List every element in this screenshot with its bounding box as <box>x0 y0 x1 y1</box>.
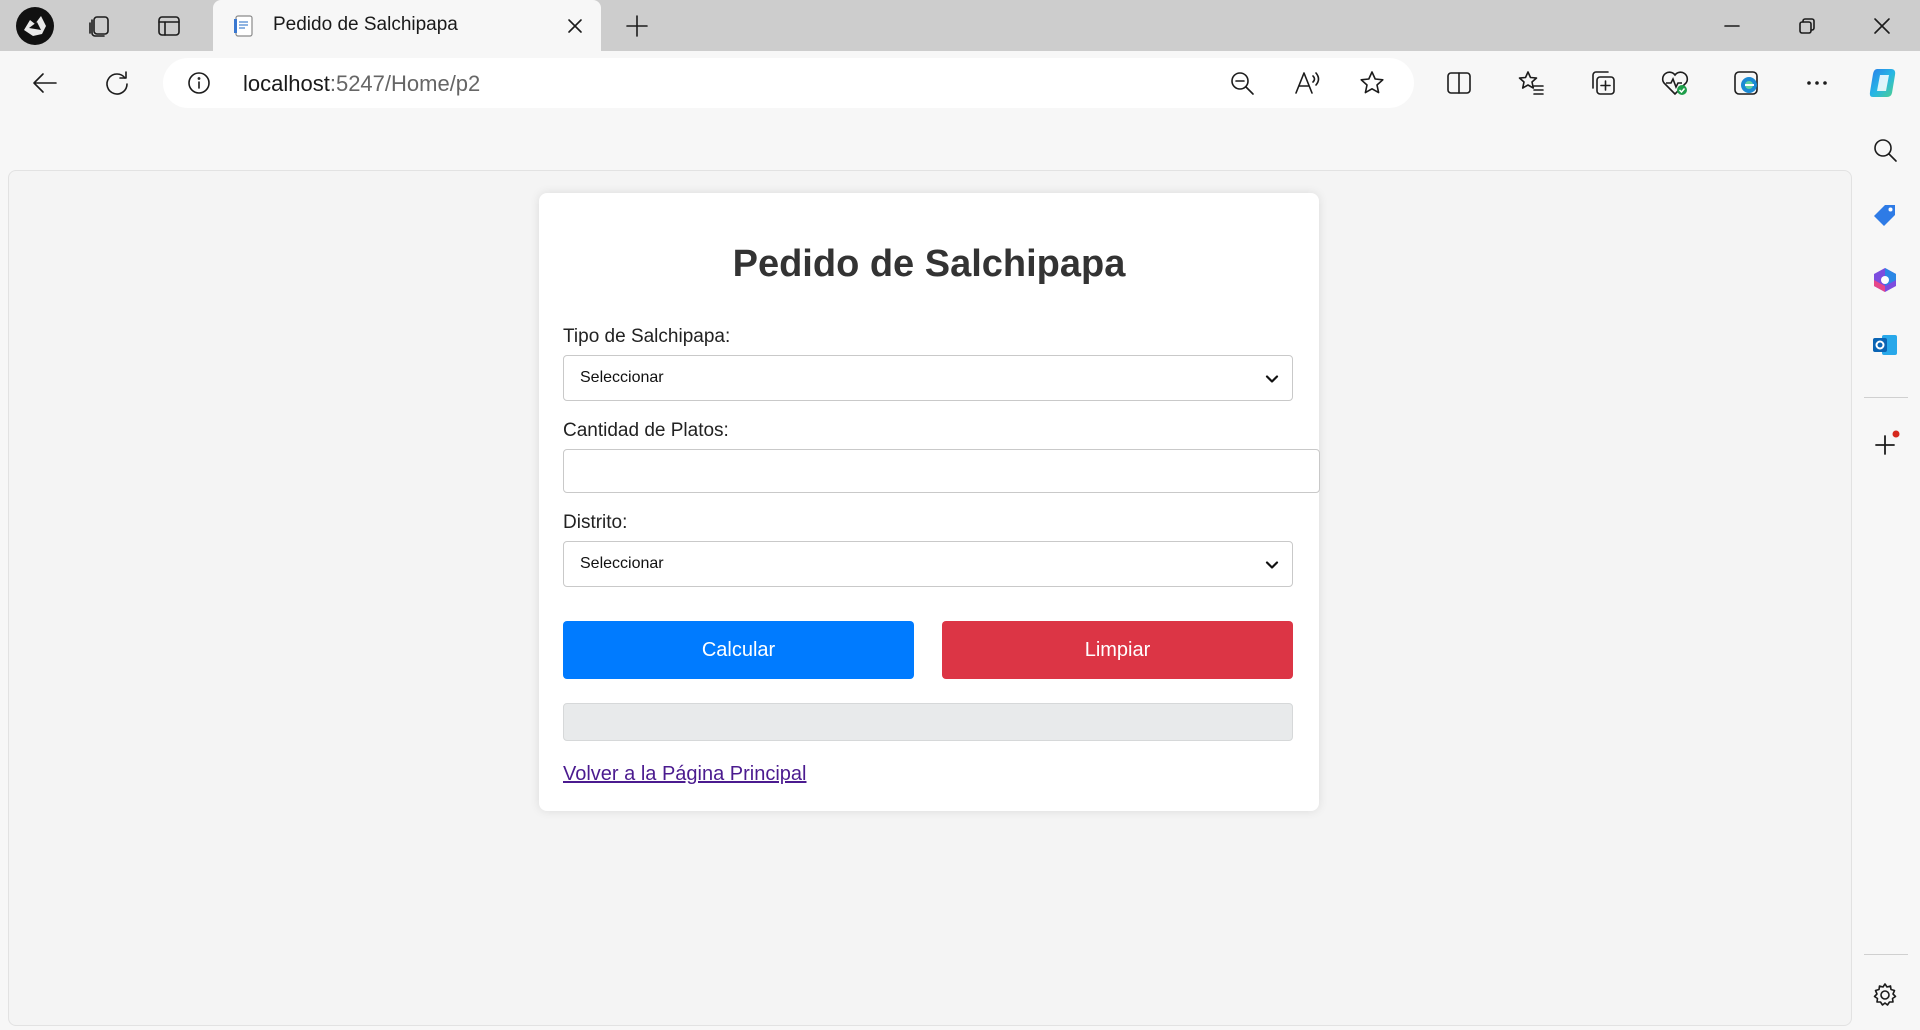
page-title: Pedido de Salchipapa <box>732 243 1126 285</box>
order-form-card: Pedido de Salchipapa Tipo de Salchipapa:… <box>539 193 1320 811</box>
url-path: :5247/Home/p2 <box>329 71 481 96</box>
favorites-icon[interactable] <box>1509 61 1553 105</box>
distrito-label: Distrito: <box>563 512 628 533</box>
calcular-button[interactable]: Calcular <box>563 621 914 679</box>
page-favicon-icon <box>233 15 255 37</box>
cantidad-input[interactable] <box>563 449 1320 493</box>
reload-icon[interactable] <box>95 61 139 105</box>
browser-toolbar: localhost:5247/Home/p2 <box>0 51 1920 116</box>
edge-sidebar <box>1851 116 1920 1030</box>
chevron-down-icon <box>1265 375 1279 383</box>
sidebar-shopping-tag-icon[interactable] <box>1865 195 1905 235</box>
favorite-star-icon[interactable] <box>1356 67 1388 99</box>
url-host: localhost <box>243 71 330 96</box>
tipo-select-value: Seleccionar <box>580 369 664 386</box>
edge-copilot-e-icon[interactable] <box>1725 61 1769 105</box>
tipo-label: Tipo de Salchipapa: <box>563 326 731 347</box>
read-aloud-icon[interactable] <box>1291 67 1323 99</box>
browser-titlebar: Pedido de Salchipapa <box>0 0 1920 51</box>
profile-avatar-icon[interactable] <box>15 6 55 46</box>
tab-active[interactable]: Pedido de Salchipapa <box>213 0 601 51</box>
tipo-select[interactable]: Seleccionar <box>563 355 1293 401</box>
split-screen-icon[interactable] <box>1437 61 1481 105</box>
page-viewport: Pedido de Salchipapa Tipo de Salchipapa:… <box>8 170 1852 1026</box>
sidebar-outlook-icon[interactable] <box>1865 325 1905 365</box>
close-window-icon[interactable] <box>1857 6 1907 46</box>
sidebar-settings-gear-icon[interactable] <box>1865 975 1905 1015</box>
distrito-select[interactable]: Seleccionar <box>563 541 1293 587</box>
zoom-out-icon[interactable] <box>1226 67 1258 99</box>
workspaces-icon[interactable] <box>80 6 120 46</box>
address-bar[interactable]: localhost:5247/Home/p2 <box>163 58 1414 108</box>
sidebar-search-icon[interactable] <box>1865 130 1905 170</box>
sidebar-separator-bottom <box>1864 954 1908 955</box>
close-tab-icon[interactable] <box>563 14 587 38</box>
new-tab-icon[interactable] <box>617 6 657 46</box>
distrito-select-value: Seleccionar <box>580 555 664 572</box>
sidebar-separator <box>1864 397 1908 398</box>
browser-essentials-icon[interactable] <box>1653 61 1697 105</box>
limpiar-button[interactable]: Limpiar <box>942 621 1293 679</box>
url-text[interactable]: localhost:5247/Home/p2 <box>243 71 480 97</box>
vertical-tabs-icon[interactable] <box>149 6 189 46</box>
copilot-icon[interactable] <box>1863 61 1907 105</box>
restore-icon[interactable] <box>1782 6 1832 46</box>
tab-title: Pedido de Salchipapa <box>273 14 458 35</box>
sidebar-add-icon[interactable] <box>1865 425 1905 465</box>
chevron-down-icon <box>1265 561 1279 569</box>
back-home-link[interactable]: Volver a la Página Principal <box>563 763 806 786</box>
cantidad-label: Cantidad de Platos: <box>563 420 729 441</box>
back-icon[interactable] <box>23 61 67 105</box>
result-output <box>563 703 1293 741</box>
collections-icon[interactable] <box>1581 61 1625 105</box>
more-menu-icon[interactable] <box>1795 61 1839 105</box>
site-info-icon[interactable] <box>187 71 211 95</box>
minimize-icon[interactable] <box>1707 6 1757 46</box>
sidebar-microsoft365-icon[interactable] <box>1865 260 1905 300</box>
